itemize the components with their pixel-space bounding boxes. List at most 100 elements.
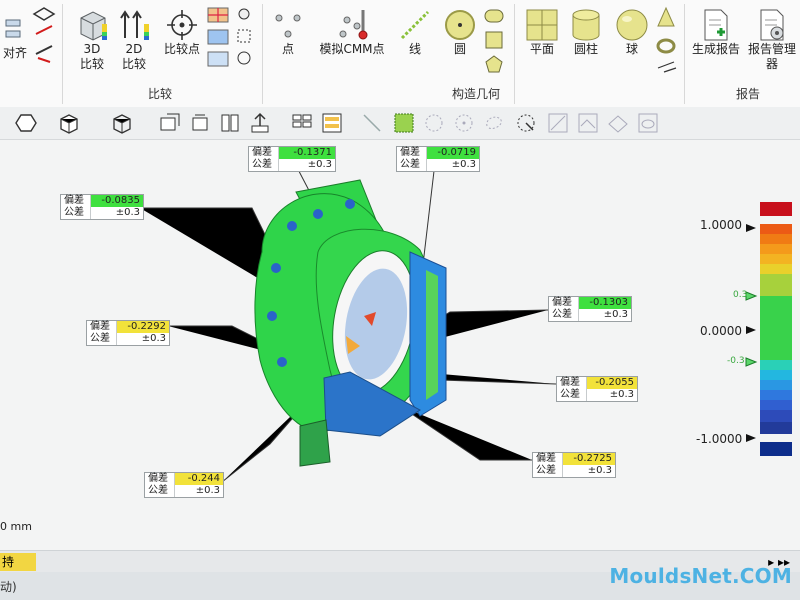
select-through-button[interactable] — [636, 111, 660, 135]
generate-report-button[interactable]: 生成报告 — [688, 8, 744, 57]
circle-select-icon — [425, 114, 443, 132]
circle-label: 圆 — [453, 42, 466, 56]
display-mode-button[interactable] — [110, 111, 134, 135]
list-view-button[interactable] — [320, 111, 344, 135]
deviation-color-scale[interactable] — [745, 202, 792, 456]
circle-button[interactable]: 圆 — [440, 8, 480, 57]
diagonal-line-icon — [363, 114, 381, 132]
dev-key: 偏差 — [397, 147, 427, 159]
sphere-button[interactable]: 球 — [610, 8, 654, 57]
select-plane-button[interactable] — [546, 111, 570, 135]
scale-mid-label: 0.0000 — [700, 324, 742, 338]
align-label: 对齐 — [2, 46, 27, 60]
line-button[interactable]: 线 — [396, 8, 434, 57]
plane-button[interactable]: 平面 — [520, 8, 564, 57]
report-manager-button[interactable]: 报告管理器 — [744, 8, 800, 72]
tol-key: 公差 — [397, 159, 427, 171]
select-lasso-button[interactable] — [482, 111, 506, 135]
compare-point-button[interactable]: 比较点 — [158, 8, 206, 57]
deviation-callout[interactable]: 偏差 -0.244 公差 ±0.3 — [144, 472, 224, 498]
2d-compare-label: 2D 比较 — [121, 42, 146, 71]
report-manager-label: 报告管理器 — [747, 42, 796, 71]
line-icon — [398, 8, 432, 42]
select-surface-button[interactable] — [576, 111, 600, 135]
tol-value: ±0.3 — [307, 159, 332, 170]
section-tool-button[interactable] — [158, 111, 182, 135]
ribbon-separator — [684, 4, 685, 104]
tol-value: ±0.3 — [115, 207, 140, 218]
list-highlight-icon — [322, 113, 342, 133]
surface-select-icon — [578, 113, 598, 133]
dev-value: -0.2055 — [587, 377, 637, 389]
deviation-callout[interactable]: 偏差 -0.0719 公差 ±0.3 — [396, 146, 480, 172]
tol-key: 公差 — [557, 389, 587, 401]
lasso-icon — [486, 116, 502, 129]
compare-tools-column — [206, 6, 258, 73]
align-button[interactable]: 对齐 — [0, 12, 30, 61]
circle-icon — [443, 8, 477, 42]
rectangle-select-icon — [394, 113, 414, 133]
grid-icon — [292, 114, 312, 128]
3d-viewport[interactable]: 1.0000 0.0000 -1.0000 0.3 -0.3 偏差 -0.1371… — [0, 140, 800, 550]
generate-report-label: 生成报告 — [691, 42, 740, 56]
status-text: 持 — [0, 553, 36, 571]
line-label: 线 — [408, 42, 421, 56]
deviation-callout[interactable]: 偏差 -0.2725 公差 ±0.3 — [532, 452, 616, 478]
view-cube-button[interactable] — [56, 111, 80, 135]
eye-select-icon — [638, 113, 658, 133]
3d-compare-icon — [75, 8, 109, 42]
dev-value: -0.2292 — [117, 321, 169, 333]
2d-compare-icon — [117, 8, 151, 42]
sphere-icon — [615, 8, 649, 42]
select-hidden-button[interactable] — [608, 111, 632, 135]
cylinder-button[interactable]: 圆柱 — [564, 8, 608, 57]
view-iso-button[interactable] — [14, 111, 38, 135]
dev-value: -0.0835 — [91, 195, 143, 207]
deviation-callout[interactable]: 偏差 -0.2055 公差 ±0.3 — [556, 376, 638, 402]
select-circle2-button[interactable] — [452, 111, 476, 135]
select-circle-button[interactable] — [422, 111, 446, 135]
bottom-left-text: 动) — [0, 580, 17, 594]
hexagon-icon — [15, 114, 37, 132]
dev-key: 偏差 — [61, 195, 91, 207]
arrow-tool-button[interactable] — [248, 111, 272, 135]
deviation-callout[interactable]: 偏差 -0.1303 公差 ±0.3 — [548, 296, 632, 322]
rotate-tool-button[interactable] — [188, 111, 212, 135]
dev-value: -0.244 — [175, 473, 223, 485]
dev-key: 偏差 — [557, 377, 587, 389]
alignment-tools-icons — [30, 6, 58, 69]
tol-key: 公差 — [145, 485, 175, 497]
tol-value: ±0.3 — [451, 159, 476, 170]
3d-compare-button[interactable]: 3D 比较 — [70, 8, 114, 72]
wireframe-cube-icon — [113, 114, 131, 134]
ribbon-separator — [62, 4, 63, 104]
view-toolbar — [0, 107, 800, 140]
ribbon-separator — [514, 4, 515, 104]
tol-key: 公差 — [61, 207, 91, 219]
deviation-callout[interactable]: 偏差 -0.1371 公差 ±0.3 — [248, 146, 336, 172]
deviation-callout[interactable]: 偏差 -0.0835 公差 ±0.3 — [60, 194, 144, 220]
point-button[interactable]: 点 — [270, 8, 306, 57]
select-line-button[interactable] — [360, 111, 384, 135]
clip-icon — [221, 114, 239, 132]
simulated-cmm-button[interactable]: 模拟CMM点 — [310, 8, 394, 57]
scale-bottom-label: -1.0000 — [696, 432, 743, 446]
point-icon — [271, 8, 305, 42]
tol-key: 公差 — [549, 309, 579, 321]
dev-value: -0.1371 — [279, 147, 335, 159]
dev-value: -0.0719 — [427, 147, 479, 159]
tol-value: ±0.3 — [609, 389, 634, 400]
plane-label: 平面 — [529, 42, 554, 56]
cmm-probe-icon — [335, 8, 369, 42]
select-rect-button[interactable] — [392, 111, 416, 135]
circle-select-alt-icon — [455, 114, 473, 132]
circle-variants-column — [482, 6, 506, 79]
scale-lower-tol: -0.3 — [727, 356, 745, 366]
circle-variants-icons — [482, 6, 506, 79]
select-brush-button[interactable] — [514, 111, 538, 135]
2d-compare-button[interactable]: 2D 比较 — [112, 8, 156, 72]
clip-tool-button[interactable] — [218, 111, 242, 135]
deviation-callout[interactable]: 偏差 -0.2292 公差 ±0.3 — [86, 320, 170, 346]
grid-view-button[interactable] — [290, 111, 314, 135]
tol-value: ±0.3 — [141, 333, 166, 344]
